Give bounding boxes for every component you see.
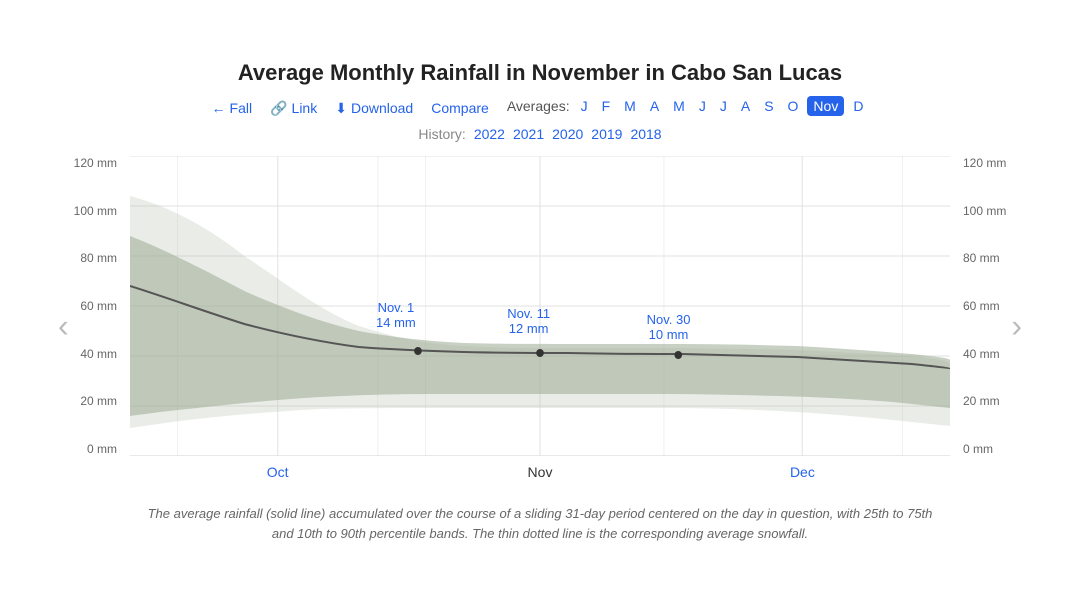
y-axis-left: 0 mm 20 mm 40 mm 60 mm 80 mm 100 mm 120 … — [60, 156, 125, 456]
main-card: Average Monthly Rainfall in November in … — [40, 36, 1040, 563]
avg-month-d[interactable]: D — [848, 96, 868, 116]
x-axis: Oct Nov Dec — [130, 456, 950, 496]
chart-container: ‹ › 0 mm 20 mm 40 mm 60 mm 80 mm 100 mm … — [60, 156, 1020, 496]
avg-month-nov[interactable]: Nov — [807, 96, 844, 116]
arrow-left-icon: ← — [212, 100, 226, 116]
link-button[interactable]: 🔗 Link — [270, 100, 317, 117]
chart-svg — [130, 156, 950, 456]
footnote: The average rainfall (solid line) accumu… — [140, 504, 940, 543]
history-2018[interactable]: 2018 — [630, 126, 661, 142]
history-2020[interactable]: 2020 — [552, 126, 583, 142]
avg-month-s[interactable]: S — [759, 96, 778, 116]
history-2021[interactable]: 2021 — [513, 126, 544, 142]
y-axis-right: 0 mm 20 mm 40 mm 60 mm 80 mm 100 mm 120 … — [955, 156, 1020, 456]
link-icon: 🔗 — [270, 100, 287, 117]
avg-month-f[interactable]: F — [597, 96, 616, 116]
history-2022[interactable]: 2022 — [474, 126, 505, 142]
x-label-dec: Dec — [790, 464, 815, 480]
fall-button[interactable]: ← Fall — [212, 100, 253, 116]
avg-month-a1[interactable]: A — [645, 96, 664, 116]
compare-button[interactable]: Compare — [431, 100, 489, 116]
next-button[interactable]: › — [1003, 308, 1030, 345]
avg-month-o[interactable]: O — [783, 96, 804, 116]
averages-row: Averages: J F M A M J J A S O Nov D — [507, 96, 869, 116]
x-label-nov: Nov — [528, 464, 553, 480]
avg-month-j2[interactable]: J — [694, 96, 711, 116]
avg-month-j[interactable]: J — [576, 96, 593, 116]
chart-svg-area: Nov. 1 14 mm Nov. 11 12 mm Nov. 30 10 mm — [130, 156, 950, 456]
avg-month-j3[interactable]: J — [715, 96, 732, 116]
avg-month-a2[interactable]: A — [736, 96, 755, 116]
prev-button[interactable]: ‹ — [50, 308, 77, 345]
page-title: Average Monthly Rainfall in November in … — [60, 60, 1020, 86]
avg-month-m1[interactable]: M — [619, 96, 641, 116]
download-button[interactable]: ⬇ Download — [335, 100, 413, 117]
download-icon: ⬇ — [335, 100, 347, 117]
avg-month-m2[interactable]: M — [668, 96, 690, 116]
x-label-oct: Oct — [267, 464, 289, 480]
history-row: History: 2022 2021 2020 2019 2018 — [60, 126, 1020, 142]
toolbar: ← Fall 🔗 Link ⬇ Download Compare Average… — [60, 96, 1020, 120]
history-2019[interactable]: 2019 — [591, 126, 622, 142]
